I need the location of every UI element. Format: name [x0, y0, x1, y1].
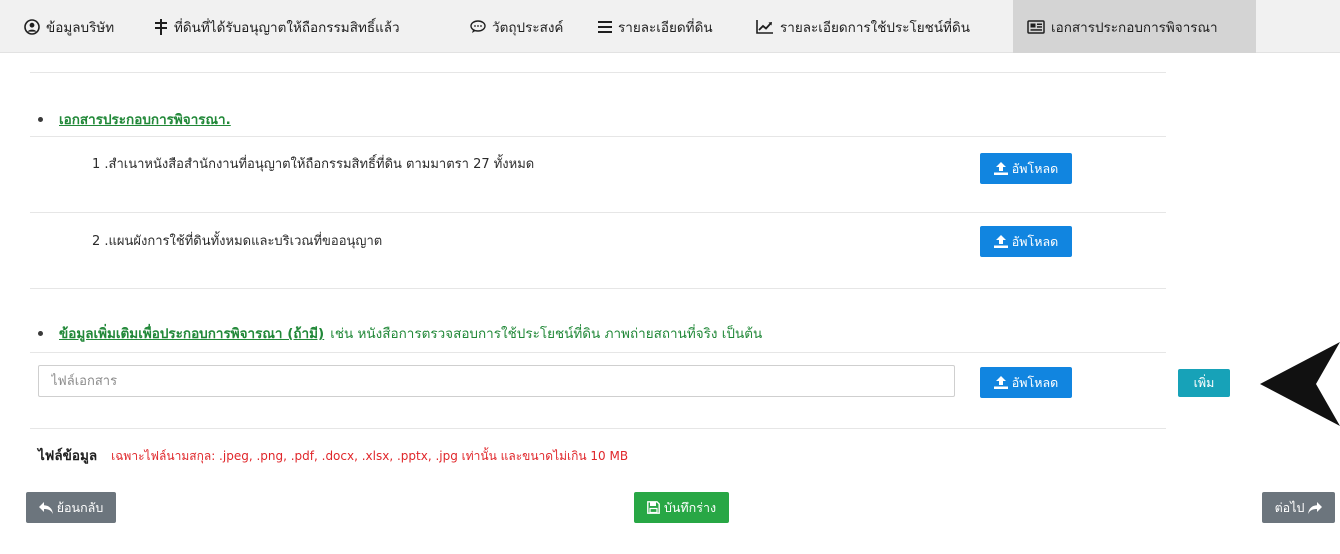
forward-arrow-icon	[1308, 501, 1323, 514]
document-card-icon	[1027, 19, 1045, 34]
document-item-2: 2 .แผนผังการใช้ที่ดินทั้งหมดและบริเวณที่…	[92, 234, 383, 249]
upload-label: อัพโหลด	[1011, 160, 1059, 176]
tab-land-details[interactable]: รายละเอียดที่ดิน	[598, 0, 713, 53]
divider	[30, 288, 1166, 289]
file-name-input[interactable]	[38, 365, 955, 397]
section-extra-header: ข้อมูลเพิ่มเติมเพื่อประกอบการพิจารณา (ถ้…	[38, 322, 762, 344]
file-info: ไฟล์ข้อมูล เฉพาะไฟล์นามสกุล: .jpeg, .png…	[38, 444, 628, 466]
section-documents-link[interactable]: เอกสารประกอบการพิจารณา.	[59, 108, 231, 130]
tab-company-info[interactable]: ข้อมูลบริษัท	[24, 0, 114, 53]
upload-icon	[993, 162, 1008, 175]
divider	[30, 136, 1166, 137]
tab-objectives[interactable]: วัตถุประสงค์	[470, 0, 563, 53]
tab-label: รายละเอียดที่ดิน	[618, 19, 713, 36]
upload-button-extra[interactable]: อัพโหลด	[980, 367, 1072, 398]
chat-bubble-icon	[470, 19, 486, 33]
user-circle-icon	[24, 18, 40, 35]
upload-label: อัพโหลด	[1011, 233, 1059, 249]
file-info-label: ไฟล์ข้อมูล	[38, 448, 98, 464]
back-label: ย้อนกลับ	[56, 499, 104, 515]
section-extra-link[interactable]: ข้อมูลเพิ่มเติมเพื่อประกอบการพิจารณา (ถ้…	[59, 322, 324, 344]
divider	[30, 352, 1166, 353]
divider	[30, 212, 1166, 213]
tab-bar: ข้อมูลบริษัท ที่ดินที่ได้รับอนุญาตให้ถือ…	[0, 0, 1340, 53]
floppy-disk-icon	[647, 501, 660, 514]
section-extra-note: เช่น หนังสือการตรวจสอบการใช้ประโยชน์ที่ด…	[330, 326, 763, 342]
tab-label: เอกสารประกอบการพิจารณา	[1051, 19, 1218, 36]
line-chart-icon	[756, 19, 773, 34]
list-lines-icon	[598, 20, 612, 33]
tab-label: วัตถุประสงค์	[492, 19, 564, 36]
divider	[30, 428, 1166, 429]
upload-button-doc-2[interactable]: อัพโหลด	[980, 226, 1072, 257]
tab-licensed-land[interactable]: ที่ดินที่ได้รับอนุญาตให้ถือกรรมสิทธิ์แล้…	[154, 0, 400, 53]
file-info-note: เฉพาะไฟล์นามสกุล: .jpeg, .png, .pdf, .do…	[111, 449, 629, 463]
tab-label: ที่ดินที่ได้รับอนุญาตให้ถือกรรมสิทธิ์แล้…	[174, 19, 400, 36]
tab-label: ข้อมูลบริษัท	[46, 19, 115, 36]
document-item-1: 1 .สำเนาหนังสือสำนักงานที่อนุญาตให้ถือกร…	[92, 157, 535, 172]
bullet	[38, 330, 43, 336]
add-button[interactable]: เพิ่ม	[1178, 369, 1230, 397]
next-button[interactable]: ต่อไป	[1262, 492, 1335, 523]
tab-label: รายละเอียดการใช้ประโยชน์ที่ดิน	[780, 19, 970, 36]
save-draft-label: บันทึกร่าง	[663, 499, 717, 515]
upload-button-doc-1[interactable]: อัพโหลด	[980, 153, 1072, 184]
divider	[30, 72, 1166, 73]
reply-arrow-icon	[38, 501, 53, 514]
section-documents-header: เอกสารประกอบการพิจารณา.	[38, 108, 231, 130]
tab-supporting-documents[interactable]: เอกสารประกอบการพิจารณา	[1013, 0, 1256, 53]
save-draft-button[interactable]: บันทึกร่าง	[634, 492, 729, 523]
upload-icon	[993, 376, 1008, 389]
next-label: ต่อไป	[1274, 499, 1305, 515]
back-button[interactable]: ย้อนกลับ	[26, 492, 116, 523]
bullet	[38, 116, 43, 122]
tab-land-use-details[interactable]: รายละเอียดการใช้ประโยชน์ที่ดิน	[756, 0, 970, 53]
pointing-arrow-icon	[1260, 342, 1340, 426]
land-marker-icon	[155, 18, 167, 35]
upload-icon	[993, 235, 1008, 248]
upload-label: อัพโหลด	[1011, 374, 1059, 390]
